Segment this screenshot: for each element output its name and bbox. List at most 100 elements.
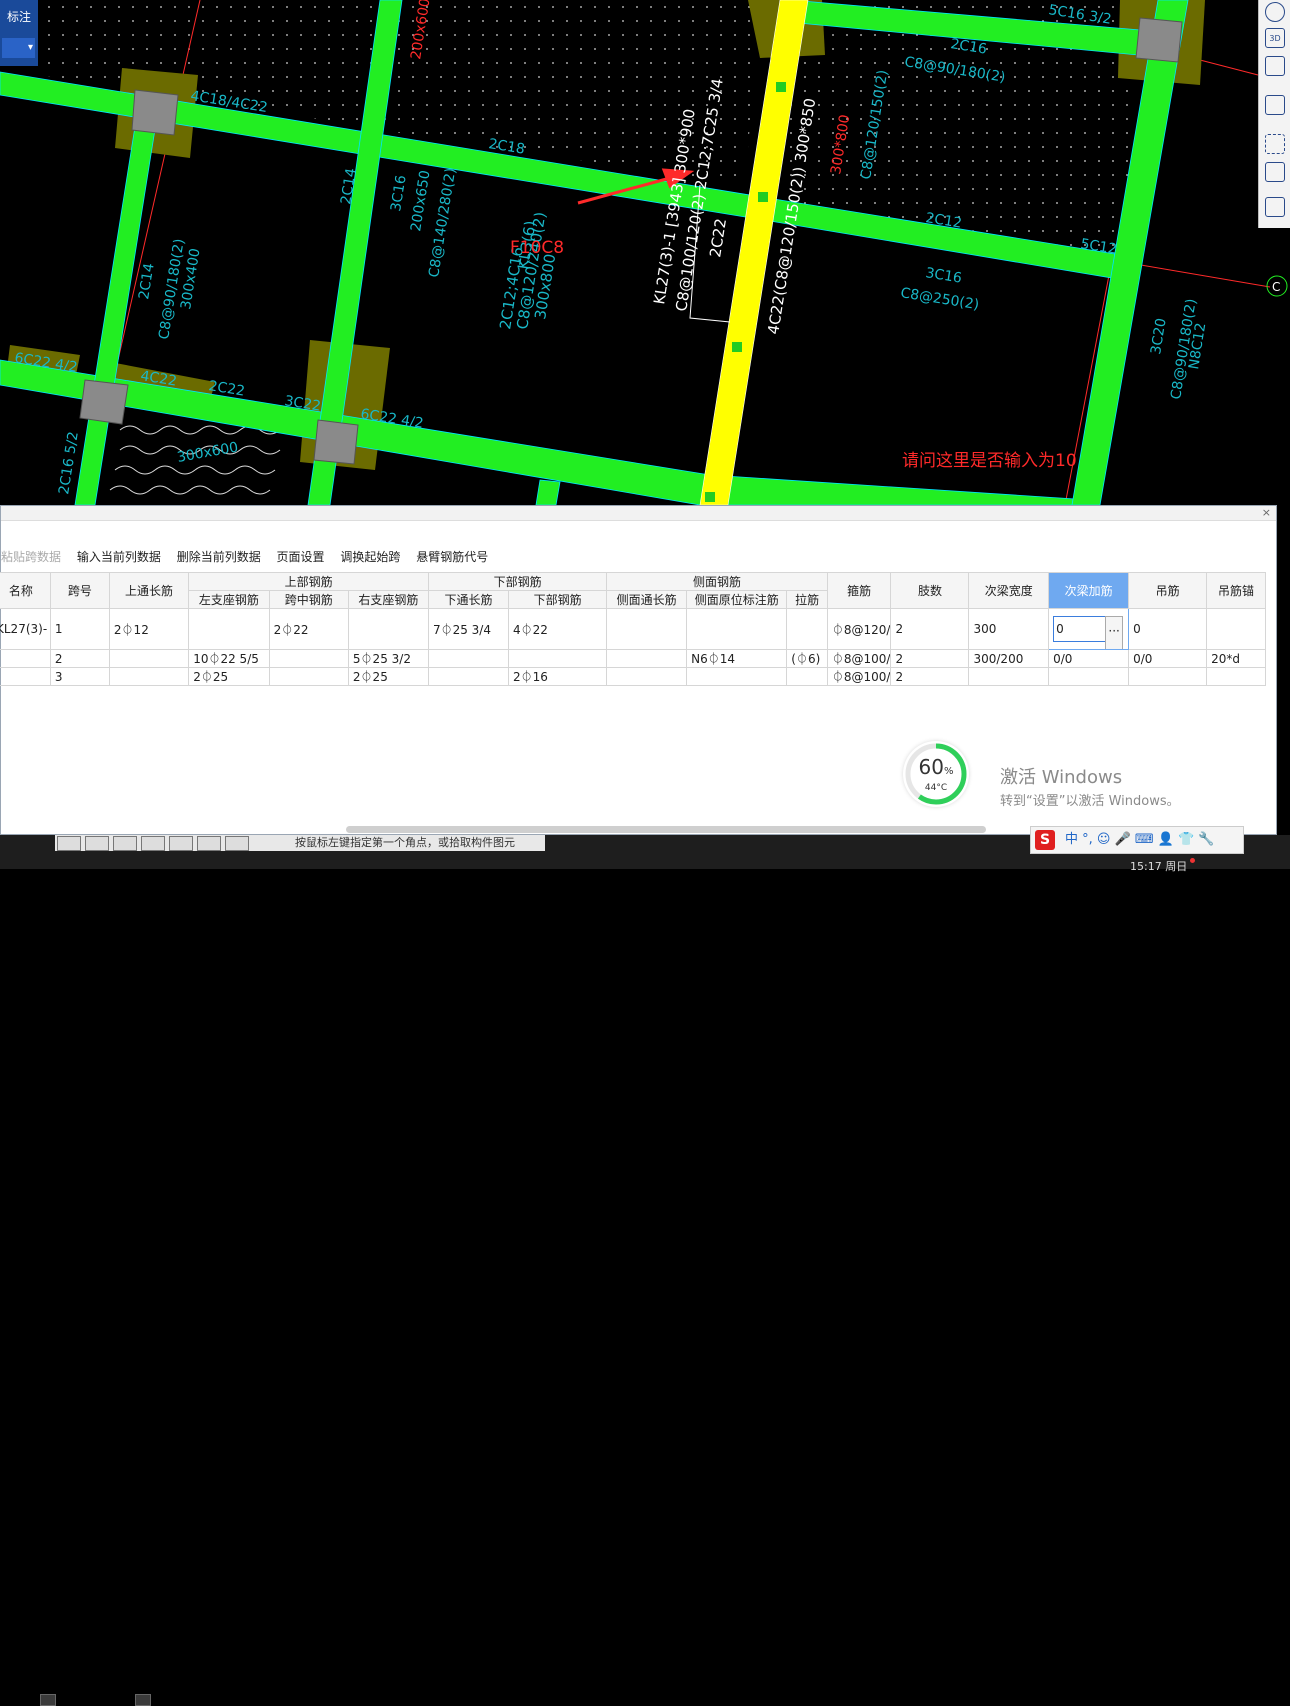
properties-icon[interactable] [1265,197,1285,217]
cell-legs[interactable]: 2 [890,608,970,650]
cell-sec-add[interactable] [1048,667,1130,686]
cell-hanger-anchor[interactable] [1206,667,1266,686]
box-icon[interactable] [1265,56,1285,76]
cell-side-original[interactable] [686,608,788,650]
cube-icon[interactable] [1265,162,1285,182]
cell-bottom-through[interactable] [427,667,509,686]
cell-name[interactable] [0,667,51,686]
snap-button[interactable] [141,836,165,851]
cell-top-through[interactable]: 2⏀12 [108,608,190,650]
annot-mid-right-b: C8@250(2) [899,285,980,313]
cell-bottom-bar[interactable]: 2⏀16 [507,667,608,686]
cell-hanger[interactable]: 0/0 [1128,649,1208,668]
cell-right-support[interactable]: 5⏀25 3/2 [347,649,429,668]
cantilever-code-button[interactable]: 悬臂钢筋代号 [416,550,488,564]
cell-legs[interactable]: 2 [890,649,970,668]
annotation-label: 标注 [6,10,31,24]
cell-span[interactable]: 2 [49,649,110,668]
cell-bottom-bar[interactable]: 4⏀22 [507,608,608,650]
notification-dot [1190,858,1195,863]
cell-tie-bar[interactable] [786,667,828,686]
cell-span[interactable]: 1 [49,608,110,650]
annotation-toolbar[interactable]: 标注 ▾ [0,0,38,66]
cell-left-support[interactable]: 2⏀25 [188,667,270,686]
box-filled-icon[interactable] [1265,95,1285,115]
cell-side-through[interactable] [606,608,688,650]
cell-right-support[interactable]: 2⏀25 [347,667,429,686]
cell-hanger[interactable] [1128,667,1208,686]
performance-gauge[interactable]: 60% 44°C [903,741,969,807]
annotation-dropdown[interactable]: ▾ [2,38,35,58]
header-top-through: 上通长筋 [108,572,190,609]
snap-button[interactable] [85,836,109,851]
ime-tools[interactable]: 中 °, ☺ 🎤 ⌨ 👤 👕 🔧 [1065,827,1215,853]
cell-mid-span[interactable]: 2⏀22 [268,608,349,650]
swap-start-button[interactable]: 调换起始跨 [340,550,400,564]
cell-hanger[interactable]: 0 [1128,608,1208,650]
cell-span[interactable]: 3 [49,667,110,686]
header-sec-add[interactable]: 次梁加筋 [1048,572,1130,609]
cell-name[interactable]: KL27(3)- [0,608,51,650]
snap-button[interactable] [113,836,137,851]
zoom-extents-icon[interactable] [1265,134,1285,154]
cell-tie-bar[interactable]: (⏀6) [786,649,828,668]
snap-button[interactable] [197,836,221,851]
horizontal-scrollbar[interactable] [346,826,986,833]
cell-sec-width[interactable]: 300 [968,608,1050,650]
taskbar-icon[interactable] [135,1694,151,1706]
page-setup-button[interactable]: 页面设置 [277,550,325,564]
snap-button[interactable] [57,836,81,851]
cell-side-through[interactable] [606,667,688,686]
sec-add-input[interactable]: 0 [1053,616,1112,642]
grip-point [732,342,742,352]
cell-stirrup[interactable]: ⏀8@100/ [826,649,892,668]
taskbar-clock[interactable]: 15:17 周日 [1130,858,1187,874]
gauge-percent-sign: % [943,766,954,777]
cell-hanger-anchor[interactable] [1206,608,1266,650]
cell-sec-add[interactable]: 0/0 [1048,649,1130,668]
paste-span-button[interactable]: 粘贴跨数据 [1,550,61,564]
cell-bottom-through[interactable]: 7⏀25 3/4 [427,608,509,650]
cell-sec-add-editing[interactable]: 0 ··· [1048,608,1130,650]
close-icon[interactable]: × [1262,506,1271,519]
cell-mid-span[interactable] [268,649,349,668]
axis-line [1199,59,1259,76]
snap-button[interactable] [225,836,249,851]
cell-side-through[interactable] [606,649,688,668]
header-name: 名称 [0,572,51,609]
orbit-icon[interactable] [1265,2,1285,22]
column [1135,17,1183,63]
taskbar-icon[interactable] [40,1694,56,1706]
cell-tie-bar[interactable] [786,608,828,650]
ime-toolbar[interactable]: S 中 °, ☺ 🎤 ⌨ 👤 👕 🔧 [1030,826,1244,854]
cell-stirrup[interactable]: ⏀8@120/ [826,608,892,650]
cell-sec-width[interactable]: 300/200 [968,649,1050,668]
cell-bottom-through[interactable] [427,649,509,668]
snap-button[interactable] [169,836,193,851]
header-side-group: 侧面钢筋 [606,572,828,591]
cell-left-support[interactable]: 10⏀22 5/5 [188,649,270,668]
cell-top-through[interactable] [108,667,190,686]
ellipsis-button[interactable]: ··· [1105,616,1124,649]
cell-name[interactable] [0,649,51,668]
view-3d-icon[interactable]: 3D [1265,28,1285,48]
annot-left-e: 200x650 [408,169,433,232]
input-column-button[interactable]: 输入当前列数据 [77,550,161,564]
cell-sec-width[interactable] [968,667,1050,686]
cell-side-original[interactable]: N6⏀14 [686,649,788,668]
header-side-original: 侧面原位标注筋 [686,590,788,609]
cell-side-original[interactable] [686,667,788,686]
cell-legs[interactable]: 2 [890,667,970,686]
delete-column-button[interactable]: 删除当前列数据 [177,550,261,564]
header-hanger: 吊筋 [1128,572,1208,609]
cell-left-support[interactable] [188,608,270,650]
cell-stirrup[interactable]: ⏀8@100/ [826,667,892,686]
activation-watermark-subtitle: 转到“设置”以激活 Windows。 [1000,794,1180,809]
cell-mid-span[interactable] [268,667,349,686]
cell-bottom-bar[interactable] [507,649,608,668]
cell-top-through[interactable] [108,649,190,668]
header-side-through: 侧面通长筋 [606,590,688,609]
cell-right-support[interactable] [347,608,429,650]
cell-hanger-anchor[interactable]: 20*d [1206,649,1266,668]
cad-canvas[interactable]: C KL27(3)-1 [3943] 300*900 C8@100/120(2)… [0,0,1290,505]
